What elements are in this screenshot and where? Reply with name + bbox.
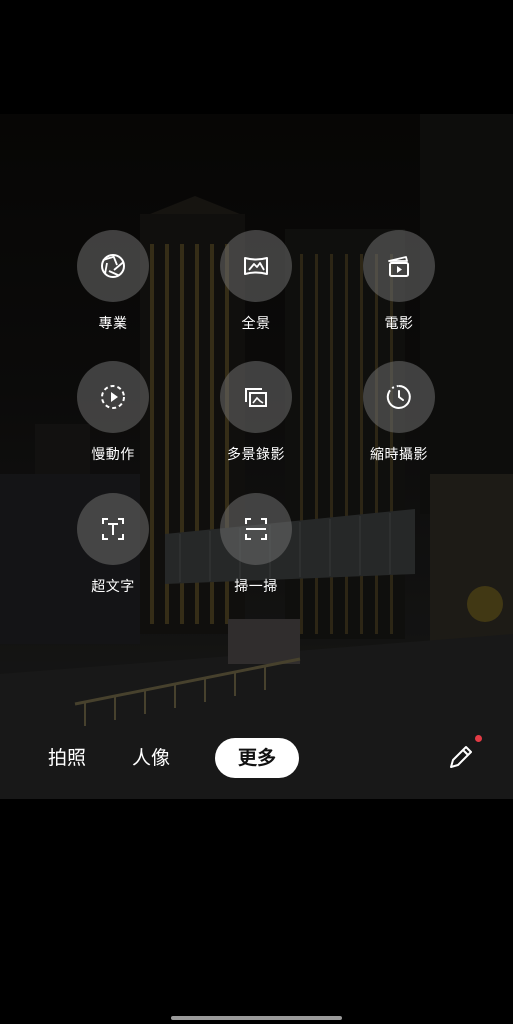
- mode-movie-label: 電影: [384, 316, 414, 332]
- mode-slow-motion-button[interactable]: [77, 361, 149, 433]
- text-scan-icon: [102, 518, 124, 540]
- mode-timelapse-label: 縮時攝影: [370, 447, 428, 463]
- notification-dot: [475, 735, 482, 742]
- mode-slow-motion-label: 慢動作: [91, 447, 135, 463]
- mode-text-scan-button[interactable]: [77, 493, 149, 565]
- mode-multi-view[interactable]: 多景錄影: [201, 361, 311, 481]
- slow-motion-icon: [101, 385, 125, 409]
- aperture-icon: [101, 254, 125, 278]
- tab-more[interactable]: 更多: [215, 738, 299, 778]
- mode-multi-view-label: 多景錄影: [227, 447, 285, 463]
- mode-scan-button[interactable]: [220, 493, 292, 565]
- mode-pro-button[interactable]: [77, 230, 149, 302]
- panorama-icon: [244, 257, 268, 275]
- camera-screen: 專業 全景 電影 慢動作 多景錄影 縮時攝影 超文字 掃一掃 拍照 人像 更多: [0, 0, 513, 1024]
- tab-portrait[interactable]: 人像: [122, 738, 180, 778]
- home-indicator[interactable]: [171, 1016, 342, 1020]
- clapper-icon: [388, 256, 409, 277]
- mode-multi-view-button[interactable]: [220, 361, 292, 433]
- camera-mode-bar: 拍照 人像 更多: [0, 738, 513, 778]
- mode-text-scan-label: 超文字: [91, 579, 135, 595]
- mode-scan[interactable]: 掃一掃: [201, 493, 311, 613]
- tab-photo[interactable]: 拍照: [38, 738, 96, 778]
- mode-pro-label: 專業: [98, 316, 128, 332]
- mode-panorama-label: 全景: [241, 316, 271, 332]
- multi-view-icon: [245, 388, 267, 407]
- mode-timelapse[interactable]: 縮時攝影: [344, 361, 454, 481]
- mode-panorama[interactable]: 全景: [201, 230, 311, 350]
- timelapse-icon: [386, 384, 411, 409]
- scan-icon: [245, 518, 267, 540]
- mode-timelapse-button[interactable]: [363, 361, 435, 433]
- mode-scan-label: 掃一掃: [234, 579, 278, 595]
- mode-panorama-button[interactable]: [220, 230, 292, 302]
- pencil-icon: [450, 746, 472, 768]
- edit-modes-button[interactable]: [446, 742, 476, 772]
- mode-pro[interactable]: 專業: [58, 230, 168, 350]
- mode-text-scan[interactable]: 超文字: [58, 493, 168, 613]
- mode-movie-button[interactable]: [363, 230, 435, 302]
- mode-movie[interactable]: 電影: [344, 230, 454, 350]
- mode-slow-motion[interactable]: 慢動作: [58, 361, 168, 481]
